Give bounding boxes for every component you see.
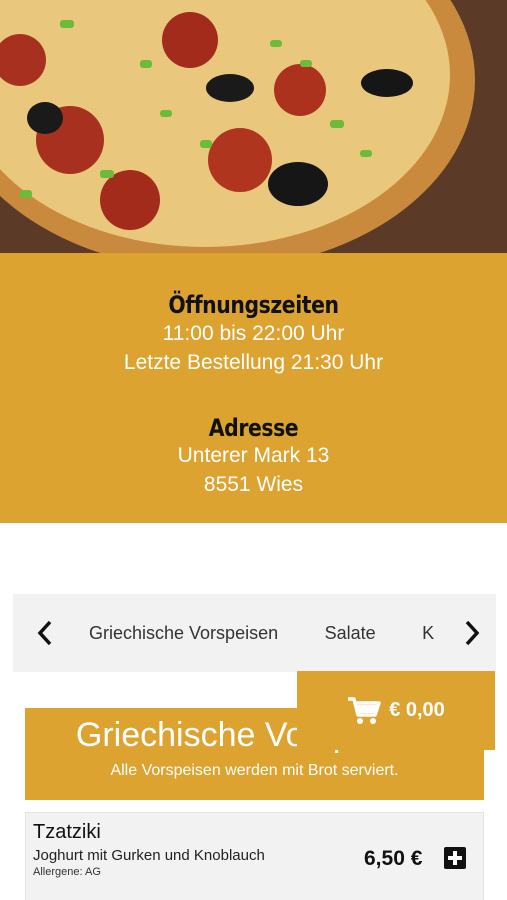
menu-item-description: Joghurt mit Gurken und Knoblauch <box>33 847 265 864</box>
hours-text: 11:00 bis 22:00 Uhr <box>162 322 345 345</box>
category-next-button[interactable] <box>454 594 490 672</box>
cart-total: € 0,00 <box>389 699 445 721</box>
section-subtitle: Alle Vorspeisen werden mit Brot serviert… <box>110 762 399 779</box>
address-heading: Adresse <box>208 414 299 442</box>
category-bar: Griechische Vorspeisen Salate K <box>13 594 496 672</box>
menu-item: Tzatziki Joghurt mit Gurken und Knoblauc… <box>25 812 484 900</box>
menu-item-allergens: Allergene: AG <box>33 866 101 878</box>
category-prev-button[interactable] <box>27 594 63 672</box>
tab-salate[interactable]: Salate <box>325 594 376 672</box>
address-city: 8551 Wies <box>203 473 304 496</box>
tab-next-category[interactable]: K <box>422 594 434 672</box>
info-panel: Öffnungszeiten 11:00 bis 22:00 Uhr Letzt… <box>0 253 507 523</box>
menu-item-price: 6,50 € <box>364 847 423 870</box>
cart-icon <box>348 696 381 724</box>
hero-image <box>0 0 507 253</box>
chevron-left-icon <box>37 620 52 646</box>
tab-griechische-vorspeisen[interactable]: Griechische Vorspeisen <box>89 594 278 672</box>
last-order-text: Letzte Bestellung 21:30 Uhr <box>123 351 384 374</box>
address-street: Unterer Mark 13 <box>177 444 330 467</box>
pizza-image <box>0 0 507 253</box>
plus-icon[interactable] <box>444 847 466 869</box>
cart-button[interactable]: € 0,00 <box>297 671 495 750</box>
chevron-right-icon <box>465 620 480 646</box>
category-tabs: Griechische Vorspeisen Salate K <box>89 594 452 672</box>
hours-heading: Öffnungszeiten <box>168 291 339 319</box>
menu-item-name: Tzatziki <box>33 821 101 843</box>
